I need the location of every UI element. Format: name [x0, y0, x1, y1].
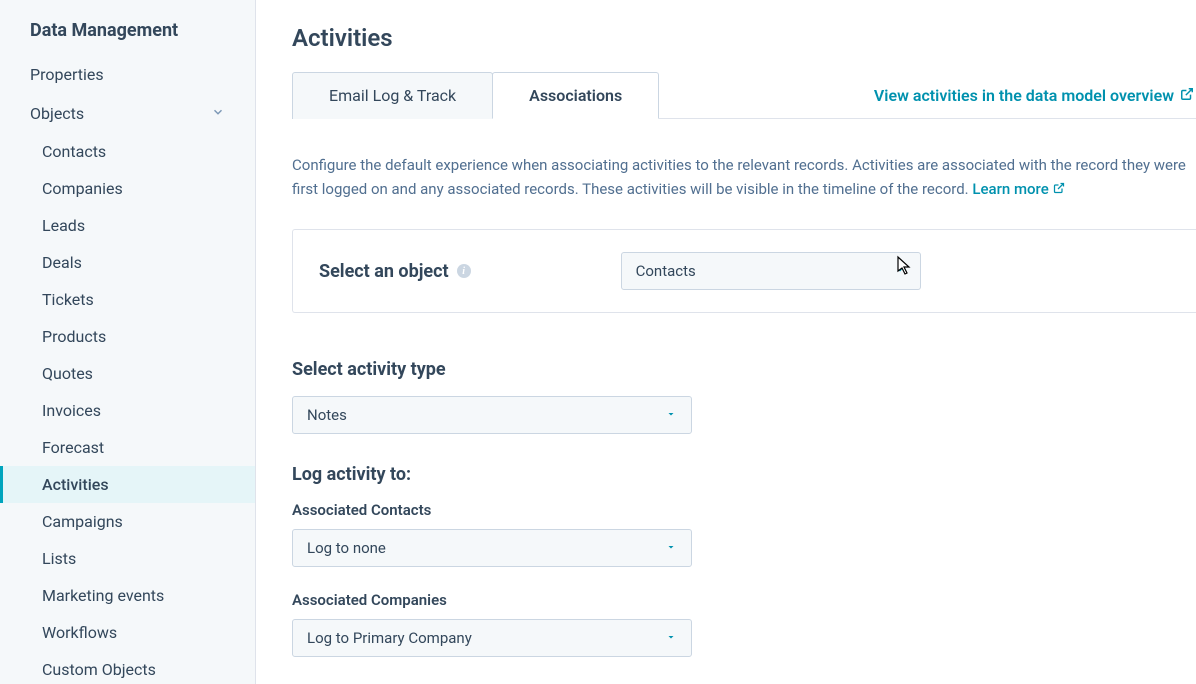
- select-object-panel: Select an object i Contacts: [292, 229, 1196, 313]
- log-field-contacts: Associated Contacts Log to none: [292, 501, 1196, 567]
- sidebar-subitem-label: Companies: [42, 179, 123, 198]
- associated-companies-dropdown[interactable]: Log to Primary Company: [292, 619, 692, 657]
- sidebar-subitem-quotes[interactable]: Quotes: [0, 355, 255, 392]
- sidebar-item-label: Objects: [30, 104, 84, 123]
- info-icon[interactable]: i: [457, 264, 471, 278]
- log-field-companies: Associated Companies Log to Primary Comp…: [292, 591, 1196, 657]
- tab-label: Email Log & Track: [329, 86, 456, 105]
- sidebar-subitem-label: Marketing events: [42, 586, 164, 605]
- main-content: Activities Email Log & Track Association…: [256, 0, 1196, 684]
- sidebar-item-objects[interactable]: Objects: [0, 94, 255, 133]
- log-field-label: Associated Companies: [292, 591, 1196, 609]
- chevron-down-icon: [211, 105, 225, 123]
- learn-more-link[interactable]: Learn more: [972, 177, 1064, 201]
- associated-contacts-dropdown[interactable]: Log to none: [292, 529, 692, 567]
- activity-type-group: Select activity type Notes: [292, 359, 1196, 434]
- sidebar-subitem-products[interactable]: Products: [0, 318, 255, 355]
- log-activity-heading: Log activity to:: [292, 464, 1196, 485]
- select-value: Log to Primary Company: [307, 629, 472, 647]
- sidebar-heading: Data Management: [0, 20, 255, 55]
- select-value: Log to none: [307, 539, 386, 557]
- activity-type-dropdown[interactable]: Notes: [292, 396, 692, 434]
- tabs-row: Email Log & Track Associations View acti…: [292, 72, 1196, 119]
- caret-down-icon: [665, 631, 677, 646]
- tab-associations[interactable]: Associations: [492, 72, 659, 119]
- sidebar-item-label: Properties: [30, 65, 104, 84]
- sidebar-subitem-leads[interactable]: Leads: [0, 207, 255, 244]
- page-title: Activities: [292, 24, 1196, 52]
- sidebar-subitem-label: Tickets: [42, 290, 94, 309]
- link-text: View activities in the data model overvi…: [874, 86, 1174, 105]
- select-value: Notes: [307, 406, 347, 424]
- view-activities-link[interactable]: View activities in the data model overvi…: [874, 86, 1196, 105]
- select-object-dropdown[interactable]: Contacts: [621, 252, 921, 290]
- sidebar-subitem-forecast[interactable]: Forecast: [0, 429, 255, 466]
- caret-down-icon: [665, 541, 677, 556]
- sidebar-subitem-workflows[interactable]: Workflows: [0, 614, 255, 651]
- sidebar-subitem-lists[interactable]: Lists: [0, 540, 255, 577]
- sidebar-subitem-contacts[interactable]: Contacts: [0, 133, 255, 170]
- sidebar-subitem-label: Custom Objects: [42, 660, 156, 679]
- description-text: Configure the default experience when as…: [292, 153, 1196, 201]
- sidebar-subitem-custom-objects[interactable]: Custom Objects: [0, 651, 255, 684]
- tab-email-log-track[interactable]: Email Log & Track: [292, 72, 493, 119]
- sidebar-subitem-label: Forecast: [42, 438, 104, 457]
- sidebar-subitem-label: Activities: [42, 475, 109, 494]
- sidebar-subitem-label: Lists: [42, 549, 76, 568]
- sidebar-subitem-tickets[interactable]: Tickets: [0, 281, 255, 318]
- external-link-icon: [1053, 177, 1065, 201]
- activity-type-label: Select activity type: [292, 359, 1196, 380]
- tabs: Email Log & Track Associations: [292, 72, 659, 118]
- sidebar-subitem-label: Products: [42, 327, 106, 346]
- sidebar-subitem-label: Invoices: [42, 401, 101, 420]
- sidebar-subitem-marketing-events[interactable]: Marketing events: [0, 577, 255, 614]
- select-value: Contacts: [636, 262, 696, 280]
- sidebar-subitem-label: Workflows: [42, 623, 117, 642]
- sidebar-subitem-campaigns[interactable]: Campaigns: [0, 503, 255, 540]
- learn-more-text: Learn more: [972, 177, 1048, 201]
- sidebar-subitem-activities[interactable]: Activities: [0, 466, 255, 503]
- external-link-icon: [1180, 86, 1194, 105]
- sidebar-subitem-label: Quotes: [42, 364, 93, 383]
- select-object-label: Select an object i: [319, 261, 471, 282]
- sidebar-subitem-label: Campaigns: [42, 512, 123, 531]
- sidebar: Data Management Properties Objects Conta…: [0, 0, 256, 684]
- sidebar-item-properties[interactable]: Properties: [0, 55, 255, 94]
- sidebar-subitem-label: Leads: [42, 216, 85, 235]
- log-field-label: Associated Contacts: [292, 501, 1196, 519]
- tab-label: Associations: [529, 86, 622, 105]
- sidebar-subitem-deals[interactable]: Deals: [0, 244, 255, 281]
- sidebar-subitem-label: Contacts: [42, 142, 106, 161]
- sidebar-subitem-label: Deals: [42, 253, 82, 272]
- sidebar-subitem-invoices[interactable]: Invoices: [0, 392, 255, 429]
- sidebar-subitem-companies[interactable]: Companies: [0, 170, 255, 207]
- caret-down-icon: [894, 264, 906, 279]
- caret-down-icon: [665, 408, 677, 423]
